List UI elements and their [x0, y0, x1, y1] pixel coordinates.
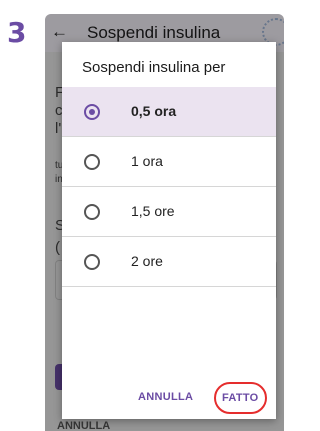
- option-label: 0,5 ora: [131, 103, 177, 119]
- cancel-button[interactable]: ANNULLA: [138, 391, 193, 403]
- option-0-5-ora[interactable]: 0,5 ora: [62, 87, 276, 137]
- radio-selected-icon[interactable]: [84, 104, 100, 120]
- duration-options: 0,5 ora 1 ora 1,5 ore 2 ore: [62, 87, 276, 287]
- option-1-5-ore[interactable]: 1,5 ore: [62, 187, 276, 237]
- radio-icon[interactable]: [84, 204, 100, 220]
- option-label: 1 ora: [131, 153, 163, 169]
- option-1-ora[interactable]: 1 ora: [62, 137, 276, 187]
- option-label: 2 ore: [131, 253, 163, 269]
- dialog-actions: ANNULLA FATTO: [62, 379, 276, 415]
- radio-icon[interactable]: [84, 154, 100, 170]
- step-number: 3: [7, 16, 27, 49]
- suspend-duration-dialog: Sospendi insulina per 0,5 ora 1 ora 1,5 …: [62, 42, 276, 419]
- option-2-ore[interactable]: 2 ore: [62, 237, 276, 287]
- radio-icon[interactable]: [84, 254, 100, 270]
- option-label: 1,5 ore: [131, 203, 175, 219]
- dialog-title: Sospendi insulina per: [82, 59, 226, 76]
- done-button[interactable]: FATTO: [214, 382, 267, 414]
